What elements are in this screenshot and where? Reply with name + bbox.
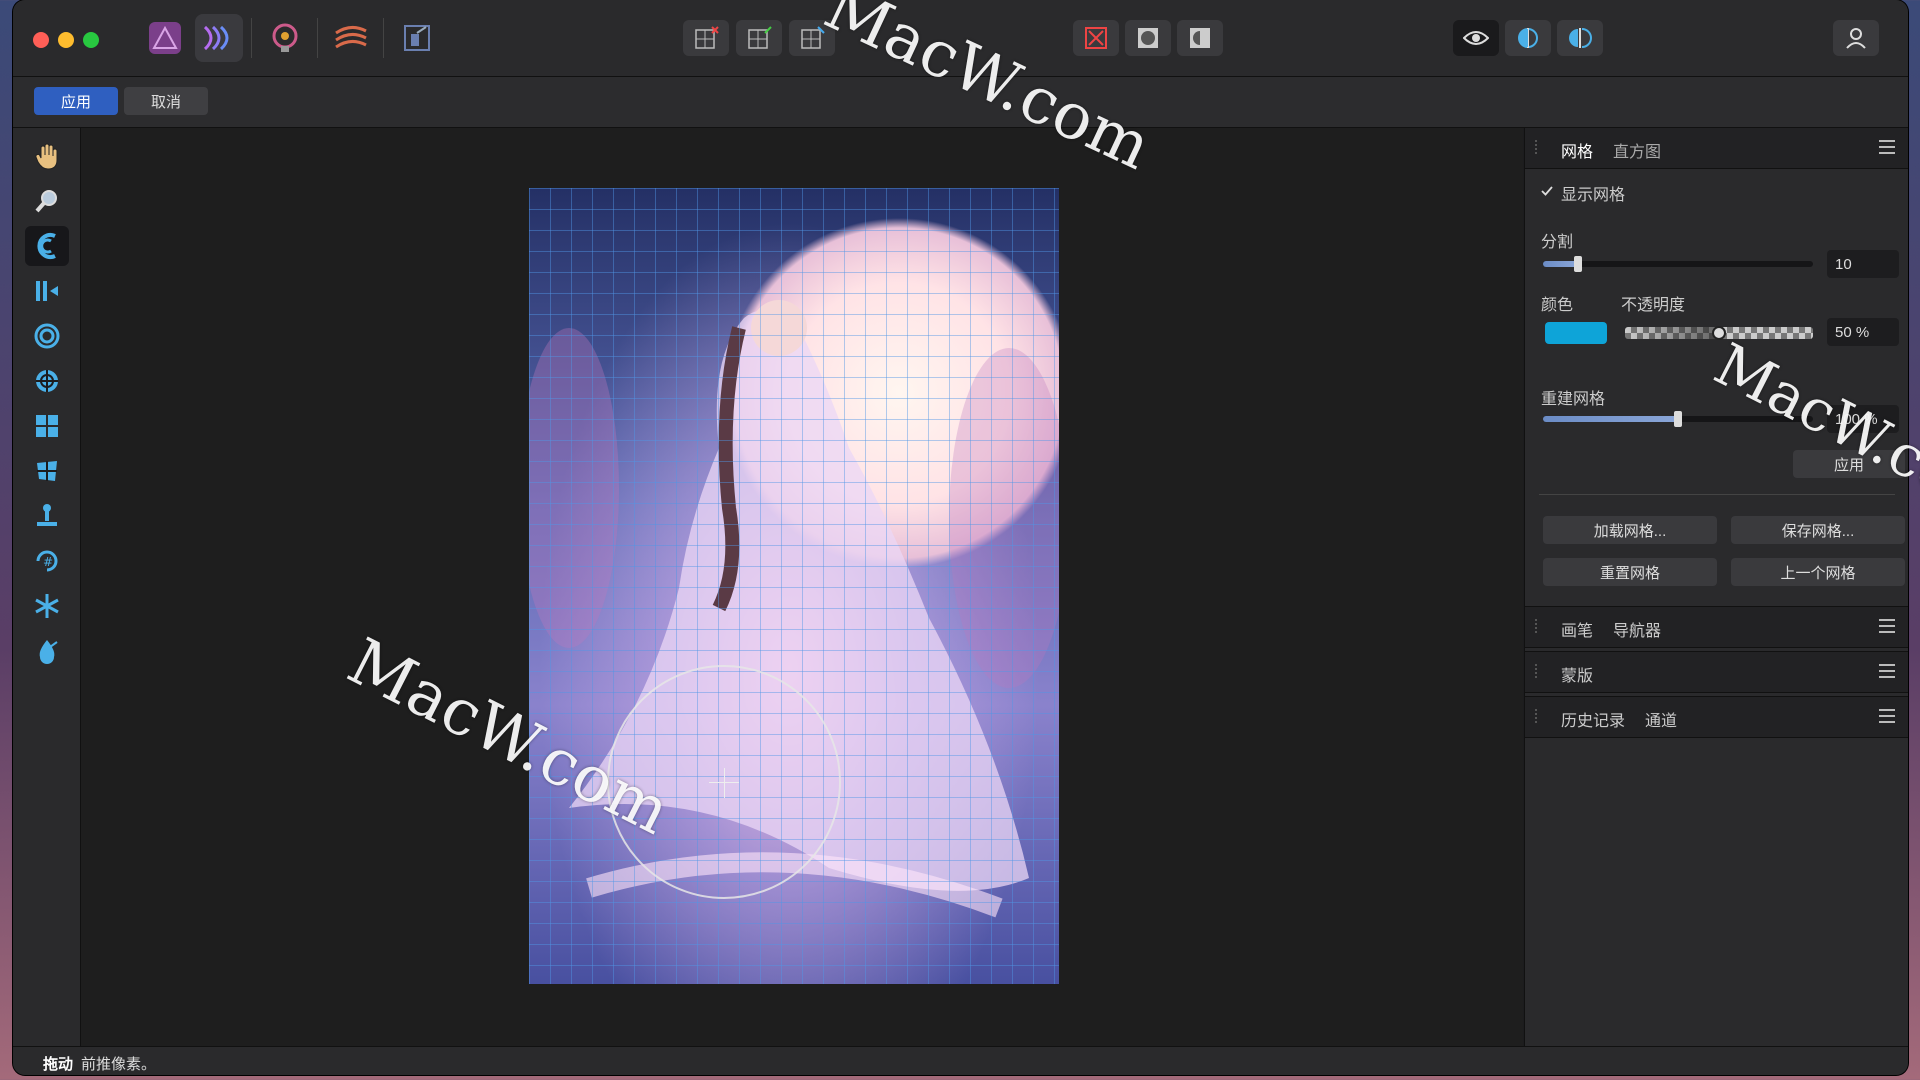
rebuild-slider-fill [1543,416,1678,422]
divisions-slider-thumb[interactable] [1574,256,1583,272]
user-icon[interactable] [1833,20,1879,56]
pin-icon[interactable] [25,496,69,536]
canvas-area[interactable] [81,128,1523,1046]
svg-text:#: # [43,555,53,569]
liquify-persona-icon[interactable] [195,14,243,62]
eye-icon[interactable] [1453,20,1499,56]
opacity-slider-fill [1625,327,1719,339]
grid-color-swatch[interactable] [1545,322,1607,344]
status-action: 拖动 [43,1056,74,1073]
history-channels-panel: 历史记录 通道 [1525,696,1908,738]
push-forward-icon[interactable] [25,226,69,266]
divisions-field[interactable]: 10 [1827,250,1899,278]
divisions-slider-fill [1543,261,1579,267]
panel-menu-icon[interactable] [1879,619,1895,633]
turbulence-icon[interactable] [25,451,69,491]
opacity-label: 不透明度 [1621,297,1686,314]
close-window-button[interactable] [33,32,49,48]
push-left-icon[interactable] [25,271,69,311]
status-text: 前推像素。 [81,1056,157,1073]
panel-menu-icon[interactable] [1879,664,1895,678]
transform-mode-icon[interactable] [683,20,729,56]
rebuild-slider-thumb[interactable] [1674,411,1682,427]
hand-icon[interactable] [25,136,69,176]
opacity-slider-thumb[interactable] [1712,326,1726,340]
tab-navigator[interactable]: 导航器 [1613,617,1661,641]
minimize-window-button[interactable] [58,32,74,48]
grip-handle[interactable] [1535,619,1543,633]
twirl-icon[interactable] [25,316,69,356]
mesh-panel-tabs: 网格 直方图 [1525,128,1908,169]
pinch-icon[interactable] [25,361,69,401]
tab-histogram[interactable]: 直方图 [1613,138,1661,162]
app-window: 应用 取消 # 网格 直方图 显示网格 分割 10 颜色 不透明度 50 % 重… [13,0,1908,1075]
grid-warp-icon[interactable] [25,406,69,446]
rebuild-label: 重建网格 [1541,391,1606,408]
split-view-icon[interactable] [1505,20,1551,56]
reconstruct-icon[interactable] [25,631,69,671]
brush-navigator-panel: 画笔 导航器 [1525,606,1908,648]
grip-handle[interactable] [1535,709,1543,723]
mirror-view-icon[interactable] [1557,20,1603,56]
cancel-button[interactable]: 取消 [124,87,208,115]
mask-mode-icon[interactable] [1125,20,1171,56]
divisions-label: 分割 [1541,234,1574,251]
tab-brush[interactable]: 画笔 [1561,617,1593,641]
divider [1539,494,1895,495]
develop-persona-icon[interactable] [261,14,309,62]
grip-handle[interactable] [1535,140,1543,154]
tab-history[interactable]: 历史记录 [1561,707,1625,731]
divisions-slider[interactable] [1543,256,1813,272]
photo-persona-icon[interactable] [141,14,189,62]
tab-mesh[interactable]: 网格 [1561,138,1593,162]
clone-icon[interactable]: # [25,541,69,581]
contrast-mode-icon[interactable] [1177,20,1223,56]
tab-channels[interactable]: 通道 [1645,707,1677,731]
mask-panel: 蒙版 [1525,651,1908,693]
zoom-icon[interactable] [25,181,69,221]
color-label: 颜色 [1541,297,1574,314]
reset-mesh-button[interactable]: 重置网格 [1543,558,1717,586]
export-persona-icon[interactable] [393,14,441,62]
freeze-icon[interactable] [25,586,69,626]
save-mesh-button[interactable]: 保存网格... [1731,516,1905,544]
show-grid-label: 显示网格 [1561,187,1626,204]
transform-a-icon[interactable] [736,20,782,56]
show-grid-checkbox[interactable] [1541,184,1553,196]
panel-menu-icon[interactable] [1879,140,1895,154]
previous-mesh-button[interactable]: 上一个网格 [1731,558,1905,586]
tools-panel: # [13,128,81,1046]
opacity-field[interactable]: 50 % [1827,318,1899,346]
tone-mapping-persona-icon[interactable] [327,14,375,62]
close-overlay-icon[interactable] [1073,20,1119,56]
opacity-slider[interactable] [1625,326,1813,340]
panel-menu-icon[interactable] [1879,709,1895,723]
load-mesh-button[interactable]: 加载网格... [1543,516,1717,544]
status-bar: 拖动 前推像素。 [13,1046,1908,1075]
tab-mask[interactable]: 蒙版 [1561,662,1593,686]
zoom-window-button[interactable] [83,32,99,48]
apply-button[interactable]: 应用 [34,87,118,115]
grip-handle[interactable] [1535,664,1543,678]
right-panel: 网格 直方图 显示网格 分割 10 颜色 不透明度 50 % 重建网格 100 … [1524,128,1908,1046]
